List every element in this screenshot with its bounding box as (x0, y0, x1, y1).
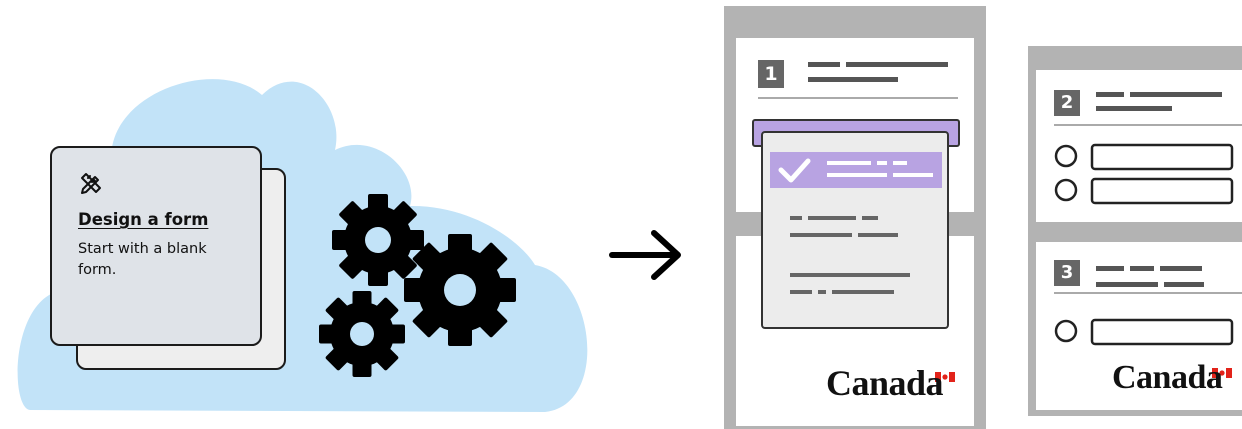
text-field (1090, 143, 1234, 171)
radio-button-icon (1054, 144, 1078, 168)
arrow-right-icon (609, 230, 681, 280)
step-number: 1 (764, 63, 778, 85)
text-field (1090, 177, 1234, 205)
pencil-ruler-icon (81, 173, 101, 194)
selected-option-bar (770, 152, 942, 188)
card-title-link[interactable]: Design a form (78, 210, 208, 229)
radio-button-icon (1054, 178, 1078, 202)
step-number: 2 (1060, 92, 1074, 113)
text-field (1090, 318, 1234, 346)
gear-icon (332, 194, 424, 286)
canada-wordmark: Canada (826, 363, 944, 403)
canada-wordmark: Canada (1112, 359, 1223, 396)
form-flow-diagram: Design a form Start with a blank form. 1… (0, 0, 1242, 429)
card-description: Start with a blank form. (78, 241, 207, 278)
radio-button-icon (1054, 319, 1078, 343)
gear-icon (319, 291, 405, 377)
step-number: 3 (1060, 262, 1074, 283)
template-card[interactable]: Design a form Start with a blank form. (50, 146, 262, 346)
gear-icon (404, 234, 516, 346)
